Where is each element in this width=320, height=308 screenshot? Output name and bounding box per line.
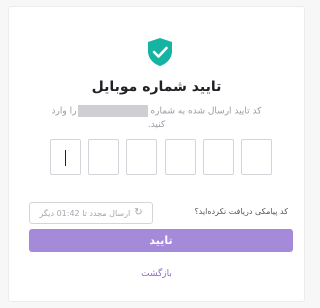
- page-title: تایید شماره موبایل: [91, 79, 222, 95]
- otp-digit-6[interactable]: [240, 139, 272, 175]
- resend-label: ارسال مجدد تا 01:42 دیگر: [39, 208, 131, 218]
- back-link[interactable]: بازگشت: [9, 269, 304, 279]
- refresh-icon: ↻: [134, 207, 143, 218]
- verification-card: تایید شماره موبایل کد تایید ارسال شده به…: [8, 6, 305, 302]
- masked-phone-number: [78, 105, 149, 117]
- resend-code-button[interactable]: ↻ ارسال مجدد تا 01:42 دیگر: [29, 202, 153, 224]
- otp-digit-1[interactable]: [50, 139, 81, 175]
- not-received-label: کد پیامکی دریافت نکرده‌اید؟: [194, 207, 288, 216]
- otp-digit-3[interactable]: [126, 139, 158, 175]
- otp-digit-2[interactable]: [88, 139, 120, 175]
- confirm-button[interactable]: تایید: [29, 229, 293, 252]
- description-line-2: کنید.: [147, 120, 166, 130]
- otp-digit-5[interactable]: [202, 139, 234, 175]
- otp-digit-4[interactable]: [164, 139, 196, 175]
- shield-check-icon: [148, 38, 172, 66]
- otp-input-group: [50, 139, 272, 175]
- description-start: کد تایید ارسال شده به شماره: [150, 106, 262, 117]
- description-end: را وارد: [51, 106, 77, 117]
- description-line-1: کد تایید ارسال شده به شماره را وارد: [9, 105, 304, 117]
